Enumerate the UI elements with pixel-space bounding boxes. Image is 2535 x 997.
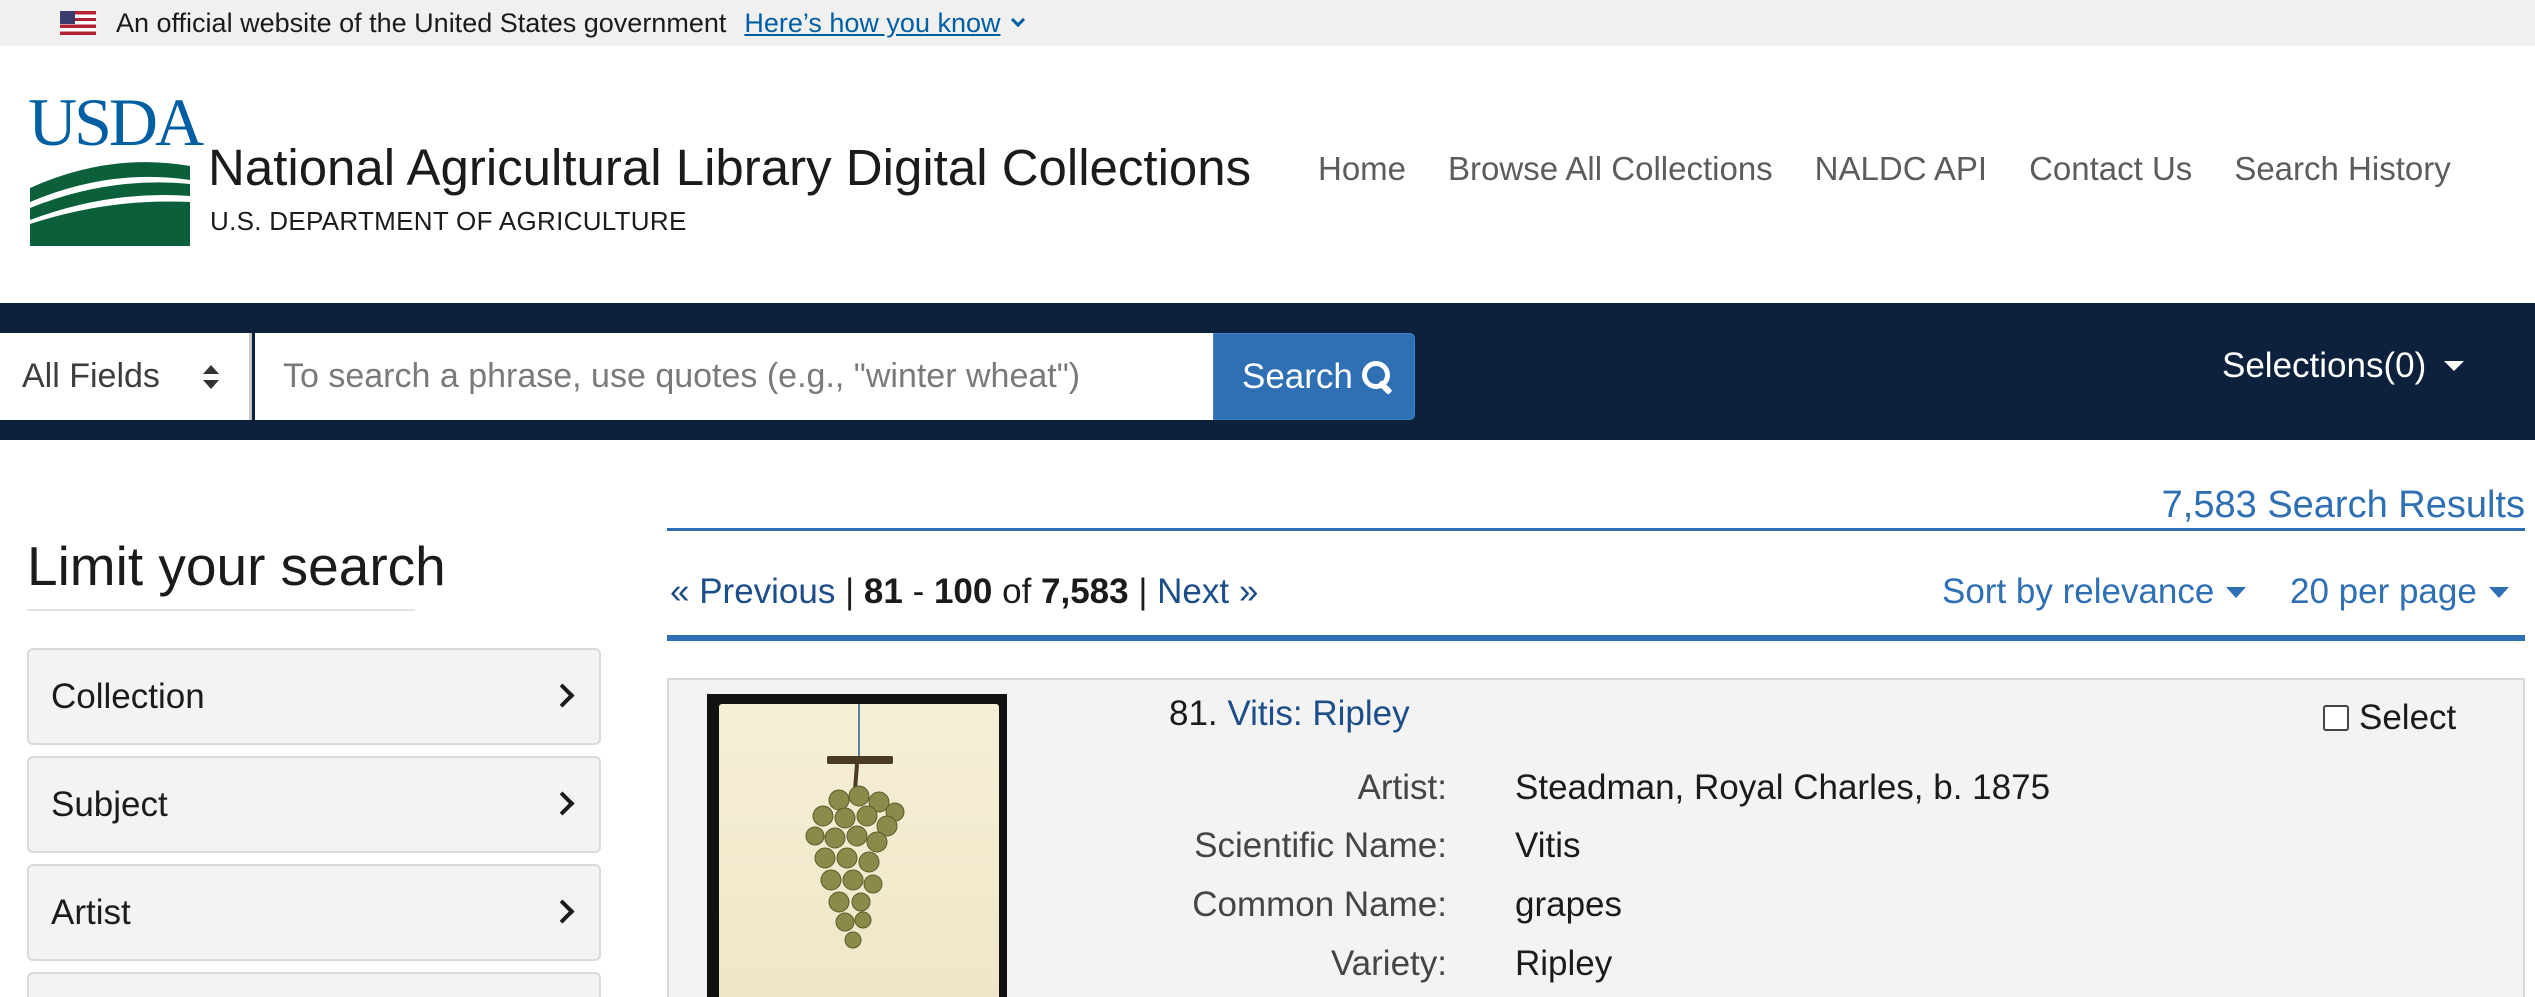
result-title: 81. Vitis: Ripley	[1169, 694, 1410, 734]
search-bar: All Fields Search Selections(0)	[0, 303, 2535, 440]
sort-dropdown[interactable]: Sort by relevance	[1942, 572, 2247, 612]
pager-total: 7,583	[1041, 572, 1129, 611]
metadata-row-artist: Artist: Steadman, Royal Charles, b. 1875	[669, 768, 2527, 816]
pager-start: 81	[863, 572, 903, 611]
sort-label: Sort by relevance	[1942, 572, 2215, 611]
chevron-right-icon	[550, 683, 575, 708]
pager-separator: |	[835, 572, 864, 611]
metadata-value: Steadman, Royal Charles, b. 1875	[1515, 768, 2051, 807]
result-title-link[interactable]: Vitis: Ripley	[1227, 694, 1409, 733]
metadata-label: Artist:	[1357, 768, 1447, 807]
gov-banner-content: An official website of the United States…	[28, 0, 1025, 46]
pager-of: of	[992, 572, 1042, 611]
select-arrows-icon	[203, 365, 219, 389]
divider	[667, 635, 2525, 641]
metadata-value: grapes	[1515, 885, 1623, 924]
chevron-down-icon[interactable]	[1010, 12, 1025, 28]
caret-down-icon	[2488, 586, 2509, 598]
pager-dash: -	[902, 572, 934, 611]
limit-search-heading: Limit your search	[27, 535, 446, 597]
divider	[667, 528, 2525, 531]
caret-down-icon	[2444, 361, 2465, 371]
search-field-select[interactable]: All Fields	[0, 333, 252, 420]
metadata-row-variety: Variety: Ripley	[669, 944, 2527, 992]
nav-contact-us[interactable]: Contact Us	[2029, 150, 2192, 188]
next-page-link[interactable]: Next »	[1157, 572, 1258, 611]
usda-logo-text: USDA	[28, 84, 204, 160]
result-number: 81.	[1169, 694, 1218, 733]
gov-banner: An official website of the United States…	[0, 0, 2535, 46]
nav-home[interactable]: Home	[1318, 150, 1406, 188]
select-checkbox[interactable]	[2323, 705, 2349, 731]
nav-browse-all-collections[interactable]: Browse All Collections	[1448, 150, 1773, 188]
search-input[interactable]	[255, 333, 1213, 420]
search-icon	[1361, 360, 1395, 394]
us-flag-icon	[60, 11, 96, 35]
pagination: « Previous | 81 - 100 of 7,583 | Next »	[670, 572, 1258, 612]
main-nav: Home Browse All Collections NALDC API Co…	[1318, 150, 2451, 188]
nav-naldc-api[interactable]: NALDC API	[1815, 150, 1987, 188]
caret-down-icon	[2226, 586, 2247, 598]
facet-label: Subject	[51, 784, 168, 824]
metadata-row-scientific-name: Scientific Name: Vitis	[669, 826, 2527, 874]
search-button[interactable]: Search	[1213, 333, 1415, 420]
per-page-label: 20 per page	[2290, 572, 2477, 611]
selections-label: Selections(0)	[2222, 346, 2427, 385]
search-field-selected-value: All Fields	[22, 357, 160, 395]
metadata-label: Common Name:	[1192, 885, 1447, 924]
facet-label: Artist	[51, 892, 131, 932]
usda-logo[interactable]: USDA	[28, 88, 204, 248]
facet-collection[interactable]: Collection	[27, 648, 601, 745]
pager-end: 100	[933, 572, 993, 611]
facet-label: Collection	[51, 676, 205, 716]
site-title[interactable]: National Agricultural Library Digital Co…	[208, 138, 1251, 197]
results-count: 7,583 Search Results	[2161, 484, 2525, 526]
how-you-know-link[interactable]: Here’s how you know	[744, 8, 1000, 39]
per-page-dropdown[interactable]: 20 per page	[2290, 572, 2509, 612]
metadata-row-common-name: Common Name: grapes	[669, 885, 2527, 933]
result-select[interactable]: Select	[2323, 698, 2456, 738]
facet-subject[interactable]: Subject	[27, 756, 601, 853]
metadata-value: Ripley	[1515, 944, 1613, 983]
result-item: 81. Vitis: Ripley Select Artist: Steadma…	[667, 678, 2525, 997]
metadata-value: Vitis	[1515, 826, 1581, 865]
chevron-right-icon	[550, 791, 575, 816]
select-label: Select	[2359, 698, 2457, 737]
divider	[27, 609, 415, 611]
gov-banner-text: An official website of the United States…	[116, 7, 727, 38]
nav-search-history[interactable]: Search History	[2234, 150, 2450, 188]
chevron-right-icon	[550, 899, 575, 924]
usda-logo-field-icon	[30, 158, 190, 246]
previous-page-link[interactable]: « Previous	[670, 572, 835, 611]
site-subtitle: U.S. DEPARTMENT OF AGRICULTURE	[210, 206, 687, 236]
facet-artist[interactable]: Artist	[27, 864, 601, 961]
search-button-label: Search	[1242, 356, 1353, 396]
metadata-label: Scientific Name:	[1194, 826, 1447, 865]
pager-separator: |	[1128, 572, 1158, 611]
selections-dropdown[interactable]: Selections(0)	[2222, 346, 2465, 386]
metadata-label: Variety:	[1330, 944, 1447, 983]
facet-next-partial[interactable]	[27, 972, 601, 997]
